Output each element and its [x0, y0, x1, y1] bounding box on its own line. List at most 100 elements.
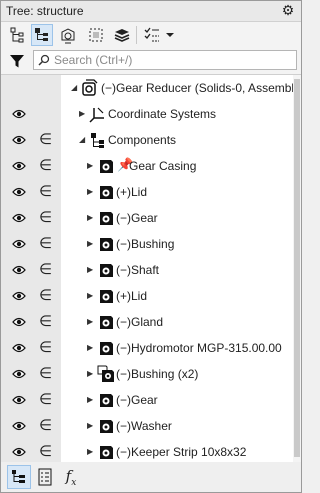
part-icon — [100, 446, 113, 459]
tree-node-label: (−)Washer — [116, 419, 172, 433]
selection-box-icon[interactable] — [85, 24, 107, 46]
tree-node-label: (−)Gear Reducer (Solids-0, Assembly unit… — [101, 81, 301, 95]
tree-row-component[interactable]: ∈ ▶ (−)Washer — [1, 413, 293, 439]
element-of-icon[interactable]: ∈ — [39, 262, 52, 278]
scene-objects-icon[interactable] — [57, 24, 79, 46]
collapse-arrow-icon[interactable]: ▶ — [87, 213, 95, 223]
element-of-icon[interactable]: ∈ — [39, 158, 52, 174]
structure-view-icon[interactable] — [31, 24, 53, 46]
tree-row-component[interactable]: ∈ ▶ (−)Keeper Strip 10x8x32 — [1, 439, 293, 462]
tree-row-component[interactable]: ∈ ▶ (−)Gear — [1, 387, 293, 413]
collapse-arrow-icon[interactable]: ▶ — [87, 369, 95, 379]
element-of-icon[interactable]: ∈ — [39, 392, 52, 408]
fx-subscript: x — [71, 477, 77, 488]
tree-node-label: Gear Casing — [129, 159, 197, 173]
collapse-arrow-icon[interactable]: ▶ — [87, 317, 95, 327]
element-of-icon[interactable]: ∈ — [39, 340, 52, 356]
tree-row-components[interactable]: ∈ ◢ Components — [1, 127, 293, 153]
structure-tab-icon[interactable] — [7, 465, 31, 489]
filter-funnel-icon[interactable] — [9, 53, 25, 72]
tree-row-component[interactable]: ∈ ▶ 📌 Gear Casing — [1, 153, 293, 179]
collapse-arrow-icon[interactable]: ▶ — [87, 291, 95, 301]
panel-title-bar: Tree: structure ⚙ — [1, 1, 301, 22]
eye-icon[interactable] — [12, 342, 26, 354]
dropdown-arrow-icon[interactable] — [163, 24, 177, 46]
element-of-icon[interactable]: ∈ — [39, 210, 52, 226]
collapse-arrow-icon[interactable]: ▶ — [87, 421, 95, 431]
part-icon — [100, 420, 113, 433]
collapse-arrow-icon[interactable]: ▶ — [79, 109, 87, 119]
part-icon — [100, 264, 113, 277]
eye-icon[interactable] — [12, 290, 26, 302]
assembly-icon — [82, 79, 98, 96]
tree-node-label: Coordinate Systems — [108, 107, 217, 121]
expand-arrow-icon[interactable]: ◢ — [79, 135, 87, 145]
layers-icon[interactable] — [111, 24, 133, 46]
tree-row-root[interactable]: ◢ (−)Gear Reducer (Solids-0, Assembly un… — [1, 75, 301, 101]
eye-icon[interactable] — [12, 212, 26, 224]
collapse-arrow-icon[interactable]: ▶ — [87, 343, 95, 353]
search-icon — [38, 54, 50, 69]
eye-icon[interactable] — [12, 420, 26, 432]
eye-icon[interactable] — [12, 186, 26, 198]
tree-toolbar — [1, 22, 301, 48]
variables-tab-icon[interactable]: fx — [59, 465, 83, 489]
eye-icon[interactable] — [12, 160, 26, 172]
tree-node-label: (−)Hydromotor MGP-315.00.00 — [116, 341, 282, 355]
search-input[interactable] — [54, 52, 292, 68]
collapse-arrow-icon[interactable]: ▶ — [87, 187, 95, 197]
part-icon — [100, 290, 113, 303]
element-of-icon[interactable]: ∈ — [39, 314, 52, 330]
tree-row-component[interactable]: ∈ ▶ (−)Bushing (x2) — [1, 361, 293, 387]
coordinate-system-icon — [89, 107, 104, 123]
collapse-arrow-icon[interactable]: ▶ — [87, 447, 95, 457]
element-of-icon[interactable]: ∈ — [39, 418, 52, 434]
tree-row-component[interactable]: ∈ ▶ (−)Gear — [1, 205, 293, 231]
tree-node-label: (−)Gland — [116, 315, 164, 329]
vertical-scrollbar[interactable] — [293, 75, 301, 462]
element-of-icon[interactable]: ∈ — [39, 236, 52, 252]
tree-row-coordinate-systems[interactable]: ▶ Coordinate Systems — [1, 101, 293, 127]
properties-tab-icon[interactable] — [33, 465, 57, 489]
collapse-arrow-icon[interactable]: ▶ — [87, 161, 95, 171]
element-of-icon[interactable]: ∈ — [39, 366, 52, 382]
structure-tree: ◢ (−)Gear Reducer (Solids-0, Assembly un… — [1, 74, 301, 463]
gear-icon[interactable]: ⚙ — [281, 3, 295, 17]
panel-title: Tree: structure — [6, 4, 84, 18]
scrollbar-thumb[interactable] — [294, 79, 300, 457]
element-of-icon[interactable]: ∈ — [39, 132, 52, 148]
element-of-icon[interactable]: ∈ — [39, 184, 52, 200]
tree-row-component[interactable]: ∈ ▶ (−)Bushing — [1, 231, 293, 257]
tree-node-label: (−)Bushing (x2) — [116, 367, 199, 381]
collapse-arrow-icon[interactable]: ▶ — [87, 265, 95, 275]
part-icon — [100, 186, 113, 199]
eye-icon[interactable] — [12, 316, 26, 328]
tree-row-component[interactable]: ∈ ▶ (−)Hydromotor MGP-315.00.00 — [1, 335, 293, 361]
element-of-icon[interactable]: ∈ — [39, 288, 52, 304]
expand-arrow-icon[interactable]: ◢ — [71, 83, 79, 93]
element-of-icon[interactable]: ∈ — [39, 444, 52, 460]
part-icon — [100, 342, 113, 355]
tree-node-label: (−)Gear — [116, 393, 158, 407]
tree-node-label: (−)Bushing — [116, 237, 175, 251]
tree-row-component[interactable]: ∈ ▶ (−)Gland — [1, 309, 293, 335]
eye-icon[interactable] — [12, 264, 26, 276]
tree-row-component[interactable]: ∈ ▶ (−)Shaft — [1, 257, 293, 283]
tree-node-label: (−)Gear — [116, 211, 158, 225]
collapse-arrow-icon[interactable]: ▶ — [87, 395, 95, 405]
tree-row-component[interactable]: ∈ ▶ (+)Lid — [1, 283, 293, 309]
checklist-icon[interactable] — [141, 24, 163, 46]
eye-icon[interactable] — [12, 446, 26, 458]
tree-node-label: Components — [108, 133, 177, 147]
eye-icon[interactable] — [12, 368, 26, 380]
part-icon — [100, 394, 113, 407]
tree-view-icon[interactable] — [7, 24, 29, 46]
eye-icon[interactable] — [12, 134, 26, 146]
tree-row-component[interactable]: ∈ ▶ (+)Lid — [1, 179, 293, 205]
eye-icon[interactable] — [12, 394, 26, 406]
search-box[interactable] — [33, 50, 297, 70]
multi-part-icon — [97, 365, 114, 382]
eye-icon[interactable] — [12, 238, 26, 250]
eye-icon[interactable] — [12, 108, 26, 120]
collapse-arrow-icon[interactable]: ▶ — [87, 239, 95, 249]
